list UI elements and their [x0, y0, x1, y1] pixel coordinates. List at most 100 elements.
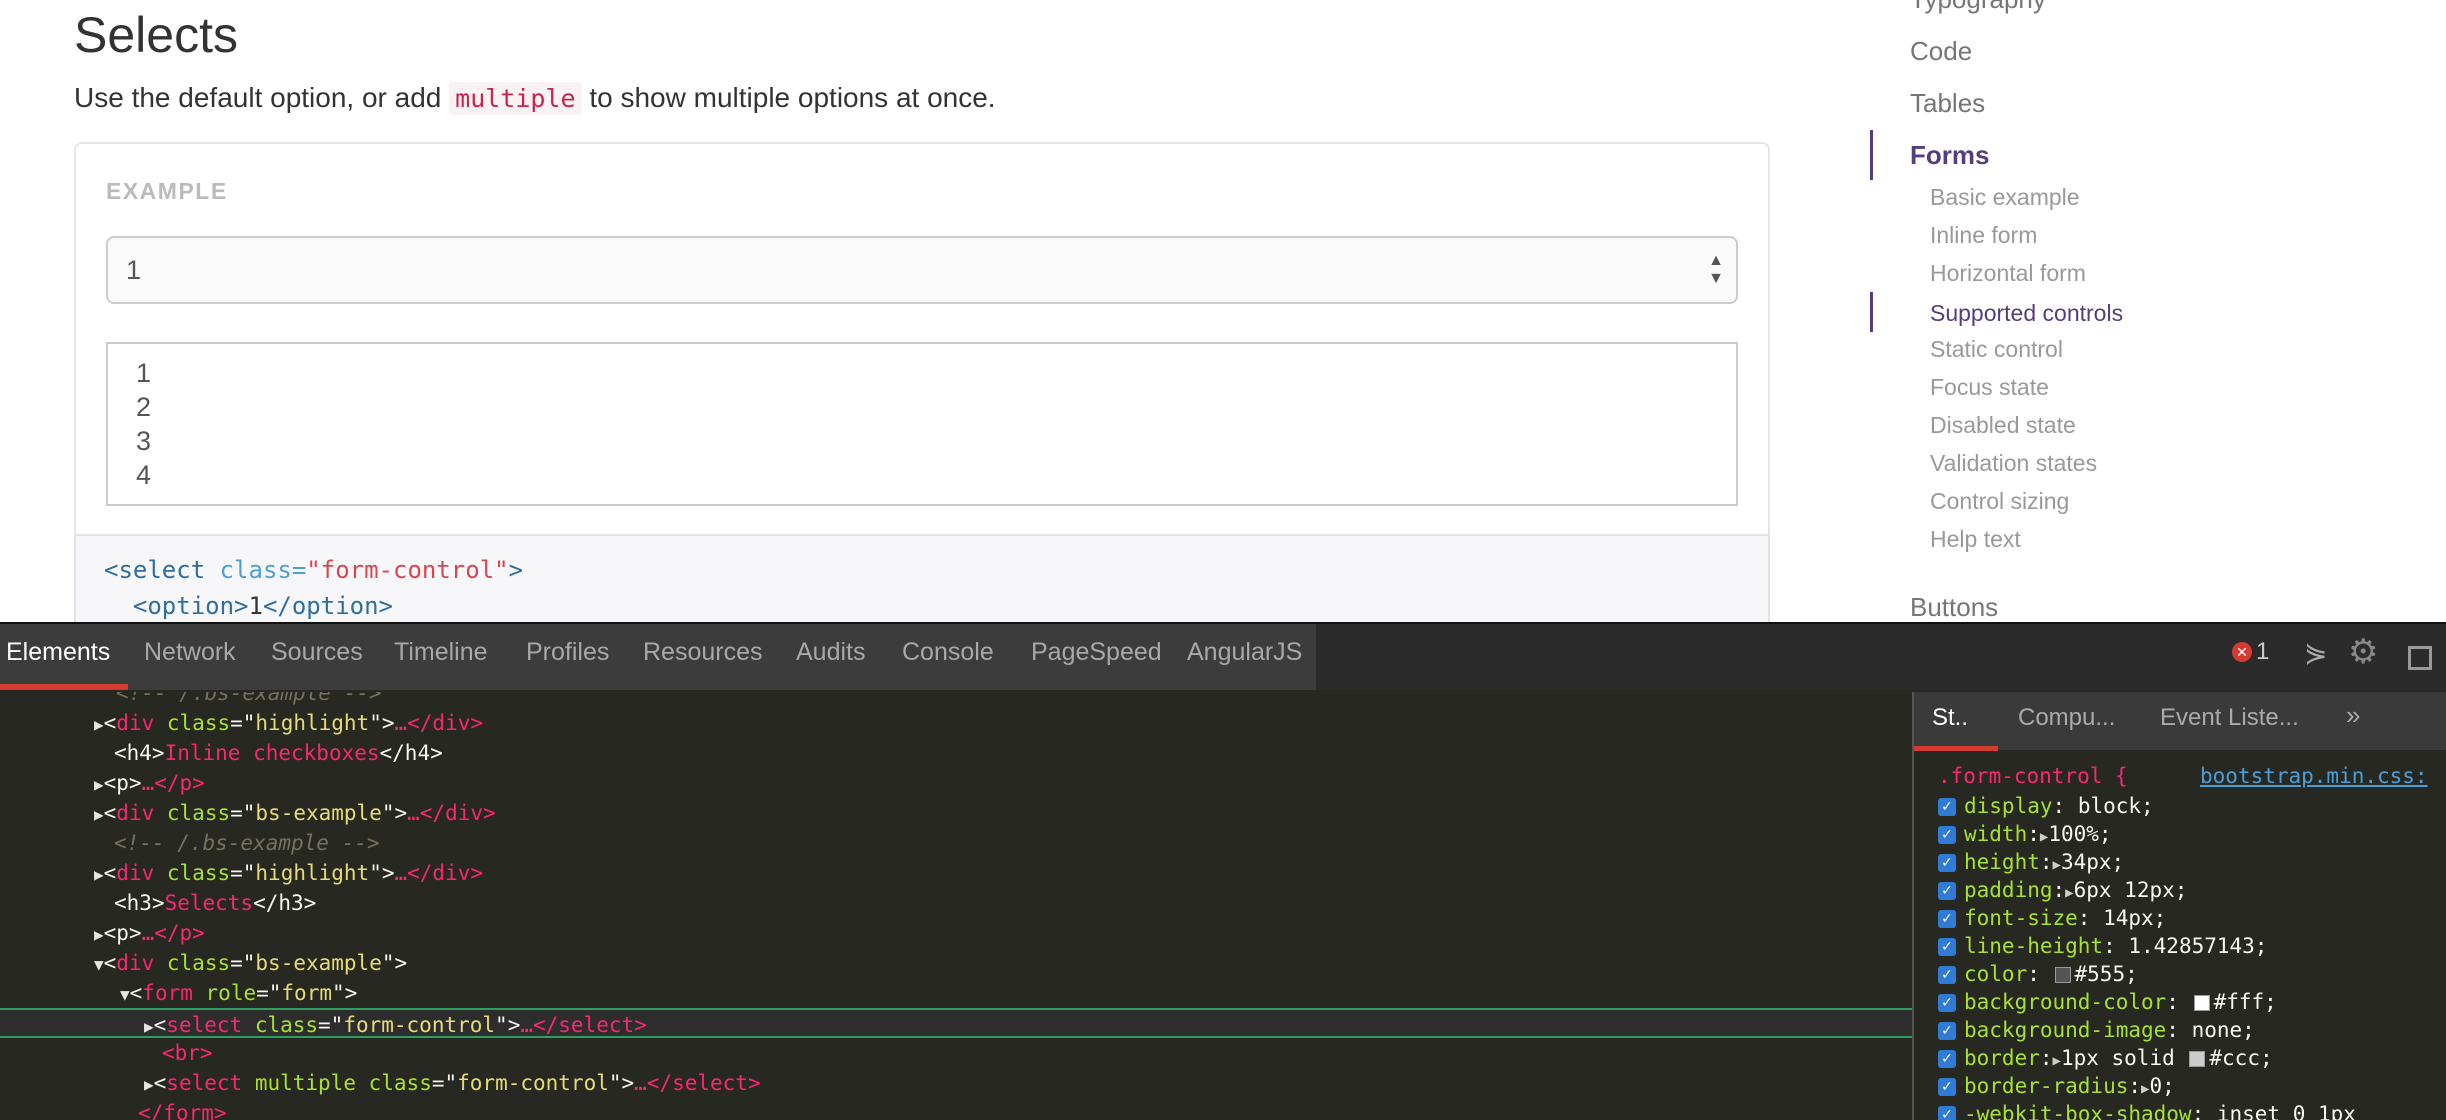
css-property[interactable]: ✓ background-image: none; [1938, 1016, 2255, 1044]
tree-line[interactable]: ▶<div class="highlight">…</div> [94, 708, 1912, 738]
gear-icon[interactable]: ⚙ [2348, 632, 2378, 672]
multi-select-option[interactable]: 1 [136, 358, 151, 389]
expand-triangle-icon[interactable]: ▶ [94, 715, 104, 734]
css-property[interactable]: ✓ line-height: 1.42857143; [1938, 932, 2267, 960]
expand-triangle-icon[interactable]: ▶ [2065, 885, 2073, 901]
checkbox-icon[interactable]: ✓ [1938, 966, 1956, 984]
checkbox-icon[interactable]: ✓ [1938, 1078, 1956, 1096]
tab-pagespeed[interactable]: PageSpeed [1031, 638, 1162, 667]
css-property[interactable]: ✓ padding:▶6px 12px; [1938, 876, 2187, 904]
css-property[interactable]: ✓ width:▶100%; [1938, 820, 2112, 848]
nav-item-forms[interactable]: Forms [1910, 140, 1989, 171]
expand-triangle-icon[interactable]: ▶ [94, 925, 104, 944]
tab-angularjs[interactable]: AngularJS [1187, 638, 1302, 667]
expand-triangle-icon[interactable]: ▶ [144, 1017, 154, 1036]
tab-network[interactable]: Network [144, 638, 236, 667]
css-source-link[interactable]: bootstrap.min.css: [2200, 764, 2428, 788]
css-property[interactable]: ✓ -webkit-box-shadow: inset 0 1px [1938, 1100, 2356, 1120]
css-property[interactable]: ✓ background-color: #fff; [1938, 988, 2277, 1016]
tab-elements[interactable]: Elements [6, 638, 110, 667]
expand-triangle-icon[interactable]: ▶ [94, 805, 104, 824]
nav-sub-supported-controls[interactable]: Supported controls [1930, 300, 2123, 327]
tree-line[interactable]: <br> [162, 1038, 1912, 1068]
checkbox-icon[interactable]: ✓ [1938, 882, 1956, 900]
tree-line[interactable]: ▶<div class="highlight">…</div> [94, 858, 1912, 888]
expand-triangle-icon[interactable]: ▶ [144, 1075, 154, 1094]
tab-console[interactable]: Console [902, 638, 994, 667]
tree-line[interactable]: <h4>Inline checkboxes</h4> [114, 738, 1912, 768]
tree-line[interactable]: ▼<form role="form"> [120, 978, 1912, 1008]
tab-event-listeners[interactable]: Event Liste... [2160, 704, 2299, 732]
error-count[interactable]: 1 [2256, 638, 2269, 666]
color-swatch[interactable] [2193, 995, 2210, 1011]
tree-line[interactable]: </form> [138, 1098, 1912, 1120]
css-property[interactable]: ✓ color: #555; [1938, 960, 2138, 988]
collapse-triangle-icon[interactable]: ▼ [120, 985, 130, 1004]
checkbox-icon[interactable]: ✓ [1938, 826, 1956, 844]
tab-audits[interactable]: Audits [796, 638, 865, 667]
nav-sub-inline-form[interactable]: Inline form [1930, 222, 2037, 249]
expand-triangle-icon[interactable]: ▶ [2053, 857, 2061, 873]
checkbox-icon[interactable]: ✓ [1938, 1050, 1956, 1068]
tab-sources[interactable]: Sources [271, 638, 363, 667]
css-property[interactable]: ✓ border-radius:▶0; [1938, 1072, 2175, 1100]
collapse-triangle-icon[interactable]: ▼ [94, 955, 104, 974]
nav-item-buttons[interactable]: Buttons [1910, 592, 1998, 622]
dock-icon[interactable] [2408, 646, 2432, 670]
tab-styles[interactable]: St.. [1932, 704, 1968, 732]
tree-line[interactable]: ▶<p>…</p> [94, 918, 1912, 948]
checkbox-icon[interactable]: ✓ [1938, 1022, 1956, 1040]
nav-sub-validation-states[interactable]: Validation states [1930, 450, 2097, 477]
checkbox-icon[interactable]: ✓ [1938, 1106, 1956, 1120]
tab-computed[interactable]: Compu... [2018, 704, 2115, 732]
css-selector[interactable]: .form-control { [1938, 764, 2128, 788]
multi-select-option[interactable]: 3 [136, 426, 151, 457]
tree-line[interactable]: ▼<div class="bs-example"> [94, 948, 1912, 978]
checkbox-icon[interactable]: ✓ [1938, 994, 1956, 1012]
tree-line[interactable]: <!-- /.bs-example --> [114, 828, 1912, 858]
code-line: <option>1</option> [104, 592, 393, 620]
active-tab-underline [0, 684, 128, 690]
css-property[interactable]: ✓ border:▶1px solid #ccc; [1938, 1044, 2273, 1072]
expand-triangle-icon[interactable]: ▶ [2053, 1053, 2061, 1069]
color-swatch[interactable] [2054, 967, 2071, 983]
nav-sub-help-text[interactable]: Help text [1930, 526, 2021, 553]
tree-line[interactable]: ▶<select multiple class="form-control">…… [144, 1068, 1912, 1098]
multiple-select[interactable]: 1 2 3 4 [106, 342, 1738, 506]
nav-sub-control-sizing[interactable]: Control sizing [1930, 488, 2069, 515]
styles-sidebar: St.. Compu... Event Liste... » .form-con… [1914, 692, 2446, 1120]
tab-timeline[interactable]: Timeline [394, 638, 488, 667]
nav-sub-static-control[interactable]: Static control [1930, 336, 2063, 363]
tree-line[interactable]: <h3>Selects</h3> [114, 888, 1912, 918]
console-drawer-icon[interactable]: ⋟ [2304, 636, 2327, 669]
more-tabs-icon[interactable]: » [2346, 700, 2360, 731]
tab-profiles[interactable]: Profiles [526, 638, 609, 667]
nav-item-typography[interactable]: Typography [1910, 0, 2046, 15]
single-select[interactable]: 1 ▲ ▼ [106, 236, 1738, 304]
checkbox-icon[interactable]: ✓ [1938, 854, 1956, 872]
nav-sub-horizontal-form[interactable]: Horizontal form [1930, 260, 2086, 287]
tree-line[interactable]: <!-- /.bs-example --> [116, 692, 1912, 708]
nav-item-tables[interactable]: Tables [1910, 88, 1985, 119]
css-property[interactable]: ✓ display: block; [1938, 792, 2154, 820]
tree-line[interactable]: ▶<p>…</p> [94, 768, 1912, 798]
multi-select-option[interactable]: 4 [136, 460, 151, 491]
css-property[interactable]: ✓ font-size: 14px; [1938, 904, 2166, 932]
elements-tree: <!-- /.bs-example --> ▶<div class="highl… [0, 692, 1912, 1120]
tree-line-selected[interactable]: ▶<select class="form-control">…</select> [0, 1008, 1912, 1038]
css-property[interactable]: ✓ height:▶34px; [1938, 848, 2124, 876]
checkbox-icon[interactable]: ✓ [1938, 938, 1956, 956]
color-swatch[interactable] [2189, 1051, 2206, 1067]
checkbox-icon[interactable]: ✓ [1938, 910, 1956, 928]
tab-resources[interactable]: Resources [643, 638, 763, 667]
expand-triangle-icon[interactable]: ▶ [94, 865, 104, 884]
tree-line[interactable]: ▶<div class="bs-example">…</div> [94, 798, 1912, 828]
expand-triangle-icon[interactable]: ▶ [94, 775, 104, 794]
nav-sub-focus-state[interactable]: Focus state [1930, 374, 2049, 401]
nav-sub-disabled-state[interactable]: Disabled state [1930, 412, 2076, 439]
checkbox-icon[interactable]: ✓ [1938, 798, 1956, 816]
multi-select-option[interactable]: 2 [136, 392, 151, 423]
nav-sub-basic-example[interactable]: Basic example [1930, 184, 2080, 211]
nav-item-code[interactable]: Code [1910, 36, 1972, 67]
error-icon[interactable]: ✕ [2232, 642, 2252, 662]
